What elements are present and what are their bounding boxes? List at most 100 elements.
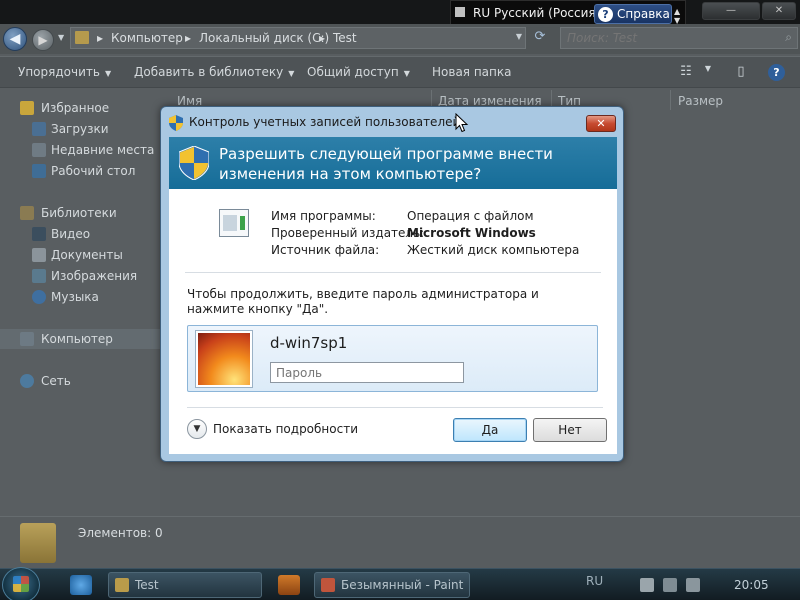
nav-music-label: Музыка [51, 290, 99, 304]
yes-button[interactable]: Да [453, 418, 527, 442]
view-options-icon[interactable]: ☷ [678, 64, 694, 80]
langbar-options-icon[interactable]: ▲ ▼ [674, 7, 680, 25]
desktop-icon [32, 164, 46, 178]
media-player-icon[interactable] [278, 575, 300, 595]
lang-code: RU [473, 6, 491, 20]
no-button[interactable]: Нет [533, 418, 607, 442]
task-explorer-label: Test [135, 578, 159, 592]
shield-icon [179, 146, 209, 180]
forward-button[interactable]: ▶ [32, 29, 54, 51]
close-icon[interactable]: ✕ [762, 2, 796, 20]
task-paint-label: Безымянный - Paint [341, 578, 464, 592]
nav-documents-label: Документы [51, 248, 123, 262]
nav-favorites-label: Избранное [41, 101, 110, 115]
back-button[interactable]: ◀ [3, 27, 27, 51]
language-bar[interactable]: RU Русский (Россия) ? Справка ▲ ▼ [450, 0, 686, 26]
close-button[interactable]: ✕ [586, 115, 616, 132]
program-icon-window [223, 215, 237, 231]
library-icon [20, 206, 34, 220]
nav-recent[interactable]: Недавние места [0, 140, 160, 160]
share-label: Общий доступ [307, 65, 399, 79]
program-icon-bar [240, 216, 245, 230]
search-icon[interactable]: ⌕ [785, 30, 792, 45]
nav-downloads[interactable]: Загрузки [0, 119, 160, 139]
nav-recent-label: Недавние места [51, 143, 155, 157]
nav-images[interactable]: Изображения [0, 266, 160, 286]
network-tray-icon[interactable] [663, 578, 677, 592]
help-icon[interactable]: ? [768, 64, 785, 81]
program-name-value: Операция с файлом [407, 209, 534, 223]
nav-downloads-label: Загрузки [51, 122, 109, 136]
paint-icon [321, 578, 335, 592]
show-details-label[interactable]: Показать подробности [213, 422, 358, 436]
nav-favorites[interactable]: Избранное [0, 98, 160, 118]
internet-explorer-icon[interactable] [70, 575, 92, 595]
folder-icon [20, 523, 56, 563]
nav-desktop[interactable]: Рабочий стол [0, 161, 160, 181]
action-center-icon[interactable] [640, 578, 654, 592]
new-folder-button[interactable]: Новая папка [432, 65, 511, 79]
downloads-icon [32, 122, 46, 136]
column-divider[interactable] [670, 90, 671, 110]
source-label: Источник файла: [271, 243, 380, 257]
divider [187, 407, 603, 408]
crumb-separator-icon[interactable]: ▸ [185, 31, 191, 45]
shield-icon [169, 115, 183, 131]
crumb-computer[interactable]: Компьютер [111, 31, 183, 45]
password-field[interactable] [270, 362, 464, 383]
source-value: Жесткий диск компьютера [407, 243, 580, 257]
mouse-cursor-icon [455, 113, 469, 133]
search-box[interactable]: ⌕ [560, 27, 798, 49]
help-label: Справка [617, 7, 670, 21]
search-input[interactable] [567, 30, 767, 46]
share-button[interactable]: Общий доступ ▼ [307, 65, 410, 79]
arrow-right-icon: ▶ [38, 33, 48, 47]
clock[interactable]: 20:05 [734, 578, 769, 592]
close-icon: ✕ [596, 117, 606, 130]
tray-language[interactable]: RU [586, 574, 603, 588]
volume-icon[interactable] [686, 578, 700, 592]
folder-icon [115, 578, 129, 592]
crumb-separator-icon[interactable]: ▸ [319, 31, 325, 45]
help-button[interactable]: ? Справка [594, 4, 672, 24]
crumb-test[interactable]: Test [333, 31, 357, 45]
grip-icon [455, 7, 465, 17]
details-pane: Элементов: 0 [0, 516, 800, 568]
nav-documents[interactable]: Документы [0, 245, 160, 265]
minimize-button[interactable]: — [702, 2, 760, 20]
uac-dialog: Контроль учетных записей пользователей ✕… [160, 106, 624, 462]
nav-libraries[interactable]: Библиотеки [0, 203, 160, 223]
network-icon [20, 374, 34, 388]
nav-network[interactable]: Сеть [0, 371, 160, 391]
credential-tile[interactable]: d-win7sp1 [187, 325, 598, 392]
crumb-local-disk[interactable]: Локальный диск (C:) [199, 31, 329, 45]
crumb-separator-icon[interactable]: ▸ [97, 31, 103, 45]
address-dropdown-icon[interactable]: ▼ [516, 32, 522, 41]
program-icon [219, 209, 249, 237]
recent-places-icon [32, 143, 46, 157]
item-count: Элементов: 0 [78, 526, 163, 540]
chevron-down-icon[interactable]: ▼ [187, 419, 207, 439]
refresh-icon[interactable]: ⟳ [530, 29, 550, 49]
folder-icon [75, 31, 89, 44]
windows-logo-icon [13, 576, 29, 592]
start-button[interactable] [2, 567, 40, 600]
nav-computer[interactable]: Компьютер [0, 329, 160, 349]
column-size[interactable]: Размер [678, 94, 723, 108]
address-bar[interactable]: ▸ Компьютер ▸ Локальный диск (C:) ▸ Test… [70, 27, 526, 49]
organize-label: Упорядочить [18, 65, 100, 79]
task-paint[interactable]: Безымянный - Paint [314, 572, 470, 598]
organize-button[interactable]: Упорядочить ▼ [18, 65, 111, 79]
add-to-library-button[interactable]: Добавить в библиотеку ▼ [134, 65, 294, 79]
dialog-title: Контроль учетных записей пользователей [189, 115, 461, 129]
divider [185, 272, 601, 273]
history-dropdown-icon[interactable]: ▼ [58, 33, 64, 42]
view-dropdown-icon[interactable]: ▼ [700, 64, 716, 80]
nav-music[interactable]: Музыка [0, 287, 160, 307]
arrow-left-icon: ◀ [9, 31, 21, 47]
address-row: ◀ ▶ ▼ ▸ Компьютер ▸ Локальный диск (C:) … [0, 24, 800, 54]
preview-pane-icon[interactable]: ▯ [733, 64, 749, 80]
nav-video[interactable]: Видео [0, 224, 160, 244]
task-explorer[interactable]: Test [108, 572, 262, 598]
star-icon [20, 101, 34, 115]
